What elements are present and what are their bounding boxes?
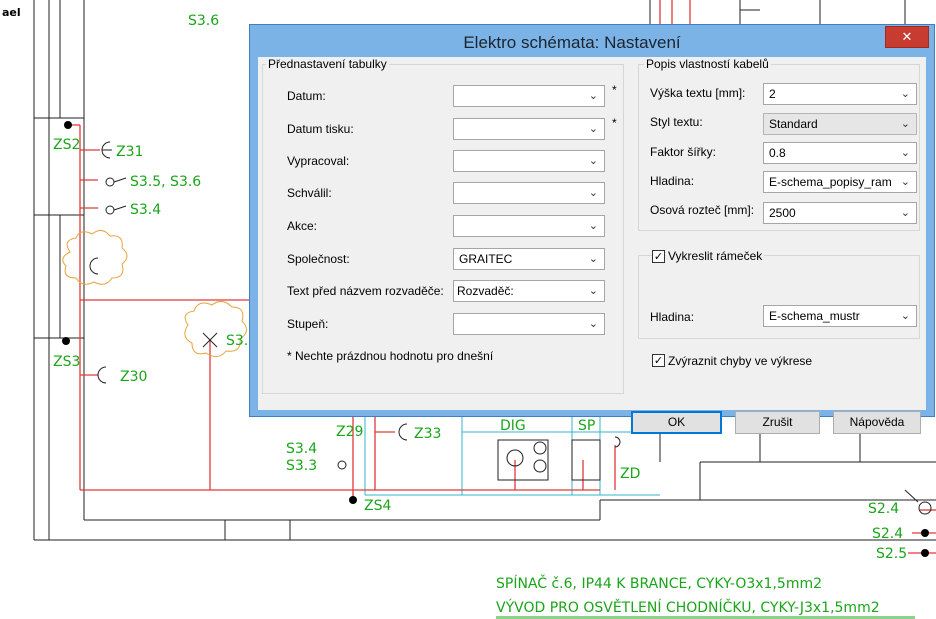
dialog-client-area: Přednastavení tabulky Datum: ⌄ * Datum t… (258, 57, 926, 434)
chevron-down-icon: ⌄ (900, 310, 910, 322)
chevron-down-icon: ⌄ (900, 176, 910, 188)
label-s34-bottom: S3.4 (286, 441, 317, 457)
revision-clouds (62, 230, 247, 357)
text-height-label: Výška textu [mm]: (650, 86, 746, 100)
draw-frame-checkbox[interactable]: ✓ (652, 250, 665, 263)
cable-properties-title: Popis vlastností kabelů (644, 57, 771, 71)
chevron-down-icon: ⌄ (900, 207, 910, 219)
label-z33: Z33 (414, 426, 441, 442)
help-button[interactable]: Nápověda (833, 411, 921, 434)
label-s24-b: S2.4 (872, 526, 903, 542)
axis-spacing-label: Osová rozteč [mm]: (650, 203, 755, 217)
chevron-down-icon: ⌄ (588, 187, 598, 199)
chevron-down-icon: ⌄ (588, 155, 598, 167)
chevron-down-icon: ⌄ (900, 118, 910, 130)
label-zs4: ZS4 (364, 498, 391, 514)
print-date-combo[interactable]: ⌄ (453, 118, 605, 140)
cable-layer-combo[interactable]: E-schema_popisy_ram ⌄ (763, 171, 917, 193)
action-label: Akce: (287, 219, 318, 233)
axis-spacing-combo[interactable]: 2500 ⌄ (763, 202, 917, 224)
width-factor-combo[interactable]: 0.8 ⌄ (763, 142, 917, 164)
prepared-by-combo[interactable]: ⌄ (453, 150, 605, 172)
company-combo[interactable]: GRAITEC ⌄ (453, 248, 605, 270)
table-presets-title: Přednastavení tabulky (266, 57, 389, 71)
ok-button[interactable]: OK (631, 411, 722, 434)
cable-layer-label: Hladina: (650, 174, 695, 188)
label-s36-top: S3.6 (188, 13, 219, 29)
label-zd: ZD (620, 466, 640, 482)
dialog-title: Elektro schémata: Nastavení (463, 33, 681, 52)
chevron-down-icon: ⌄ (588, 90, 598, 102)
print-date-required-mark: * (612, 116, 617, 130)
today-note: * Nechte prázdnou hodnotu pro dnešní (287, 349, 494, 363)
company-label: Společnost: (287, 252, 350, 266)
date-label: Datum: (287, 89, 326, 103)
label-s25: S2.5 (876, 546, 907, 562)
switchboard-prefix-combo[interactable]: Rozvaděč: ⌄ (453, 280, 605, 302)
chevron-down-icon: ⌄ (900, 147, 910, 159)
text-height-combo[interactable]: 2 ⌄ (763, 83, 917, 105)
cancel-button[interactable]: Zrušit (735, 411, 820, 434)
approved-by-combo[interactable]: ⌄ (453, 182, 605, 204)
cable-note-1: SPÍNAČ č.6, IP44 K BRANCE, CYKY-O3x1,5mm… (496, 574, 822, 592)
prepared-by-label: Vypracoval: (287, 154, 350, 168)
settings-dialog: Elektro schémata: Nastavení ✕ Přednastav… (249, 24, 935, 434)
print-date-label: Datum tisku: (287, 122, 354, 136)
label-s35-s36: S3.5, S3.6 (130, 174, 201, 190)
cable-note-2: VÝVOD PRO OSVĚTLENÍ CHODNÍČKU, CYKY-J3x1… (496, 598, 880, 616)
highlight-errors-checkbox[interactable]: ✓ (652, 354, 665, 367)
label-s33: S3.3 (286, 458, 317, 474)
chevron-down-icon: ⌄ (588, 318, 598, 330)
chevron-down-icon: ⌄ (588, 253, 598, 265)
date-combo[interactable]: ⌄ (453, 85, 605, 107)
date-required-mark: * (612, 83, 617, 97)
switchboard-prefix-label: Text před názvem rozvaděče: (287, 284, 444, 298)
draw-frame-label[interactable]: Vykreslit rámeček (666, 249, 765, 263)
label-z30: Z30 (120, 369, 147, 385)
stage-combo[interactable]: ⌄ (453, 313, 605, 335)
label-dig: DIG (500, 418, 526, 434)
close-icon: ✕ (901, 30, 913, 45)
label-sp: SP (578, 418, 595, 434)
chevron-down-icon: ⌄ (588, 123, 598, 135)
label-zs3: ZS3 (53, 354, 80, 370)
chevron-down-icon: ⌄ (900, 88, 910, 100)
frame-layer-label: Hladina: (650, 310, 695, 324)
highlight-errors-label[interactable]: Zvýraznit chyby ve výkrese (668, 354, 812, 368)
action-combo[interactable]: ⌄ (453, 215, 605, 237)
label-z31: Z31 (116, 144, 143, 160)
width-factor-label: Faktor šířky: (650, 145, 717, 159)
label-s3-partial: S3. (226, 333, 248, 349)
chevron-down-icon: ⌄ (588, 285, 598, 297)
corner-label: ael (2, 6, 21, 19)
label-s34-left: S3.4 (130, 202, 161, 218)
text-style-combo[interactable]: Standard ⌄ (763, 113, 917, 135)
label-s24-a: S2.4 (868, 501, 899, 517)
label-z29: Z29 (336, 424, 363, 440)
text-style-label: Styl textu: (650, 115, 703, 129)
close-button[interactable]: ✕ (885, 26, 929, 48)
stage-label: Stupeň: (287, 317, 329, 331)
frame-layer-combo[interactable]: E-schema_mustr ⌄ (763, 305, 917, 327)
label-zs2: ZS2 (53, 137, 80, 153)
approved-by-label: Schválil: (287, 186, 332, 200)
chevron-down-icon: ⌄ (588, 220, 598, 232)
